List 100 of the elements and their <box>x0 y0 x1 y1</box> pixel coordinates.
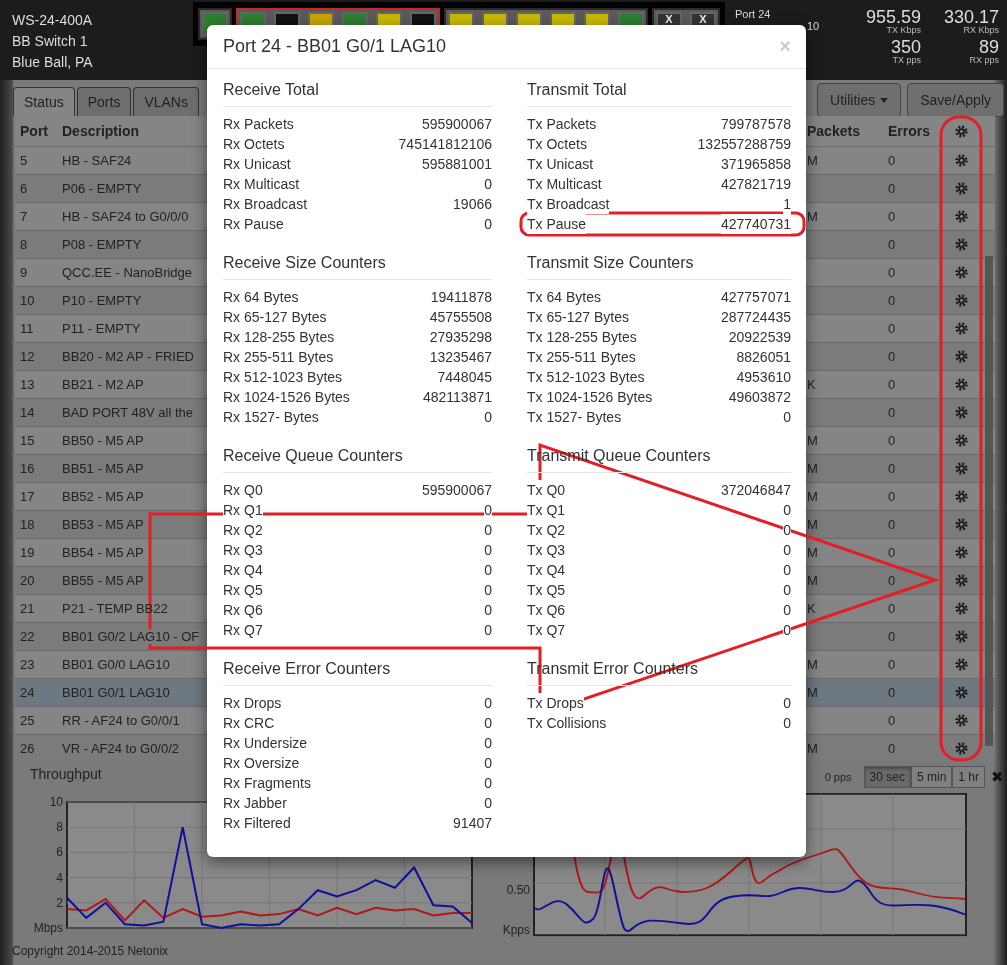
counter-label: Tx Q1 <box>527 500 566 520</box>
table-cell-text: 0 <box>888 405 897 420</box>
settings-icon[interactable] <box>955 182 968 195</box>
table-cell-text: 0 <box>888 657 897 672</box>
close-button[interactable]: ✖ <box>989 768 1006 786</box>
range-button[interactable]: 5 min <box>910 766 953 788</box>
settings-icon[interactable] <box>955 266 968 279</box>
table-cell-text: 22 <box>19 629 36 644</box>
stat-label: RX Kbps <box>962 26 999 35</box>
settings-icon[interactable] <box>955 322 968 335</box>
table-cell: BB20 - M2 AP - FRIED <box>62 349 194 364</box>
settings-icon[interactable] <box>955 714 968 727</box>
range-button[interactable]: 1 hr <box>952 766 985 788</box>
table-cell-text: 19 <box>19 545 36 560</box>
table-cell-text: 0 <box>888 377 897 392</box>
table-cell: BAD PORT 48V all the <box>62 405 194 420</box>
settings-icon[interactable] <box>955 294 968 307</box>
section-title: Receive Error Counters <box>223 660 492 686</box>
settings-icon[interactable] <box>955 742 968 755</box>
settings-icon[interactable] <box>955 518 968 531</box>
table-cell: P08 - EMPTY <box>62 237 142 252</box>
chart-title: Throughput <box>30 766 102 782</box>
settings-icon[interactable] <box>955 124 968 138</box>
table-cell-text: 11 <box>19 321 35 336</box>
table-cell-text: 13 <box>19 377 36 392</box>
settings-icon[interactable] <box>955 350 968 363</box>
settings-icon[interactable] <box>955 574 968 587</box>
settings-icon[interactable] <box>955 630 968 643</box>
settings-icon[interactable] <box>955 406 968 419</box>
table-cell-text: 12 <box>19 349 36 364</box>
settings-icon[interactable] <box>955 154 968 167</box>
axis-label: Kpps <box>502 923 530 937</box>
tab[interactable]: Ports <box>76 87 132 116</box>
tab[interactable]: VLANs <box>133 87 199 116</box>
tab[interactable]: Status <box>13 87 75 116</box>
table-cell-text: M <box>807 573 819 588</box>
table-cell-text: 0 <box>888 153 897 168</box>
table-cell: QCC.EE - NanoBridge <box>62 265 193 280</box>
port-info: Port 24 <box>735 8 772 20</box>
table-cell: P06 - EMPTY <box>62 181 142 196</box>
table-cell-text: M <box>807 153 819 168</box>
table-cell: BB54 - M5 AP <box>62 545 144 560</box>
table-cell-text: 23 <box>19 657 36 672</box>
table-cell-text: M <box>807 433 819 448</box>
save-button[interactable]: Save/Apply <box>907 83 1004 117</box>
table-cell-text: 20 <box>19 573 36 588</box>
table-cell-text: 16 <box>19 461 36 476</box>
device-info: BB Switch 1 <box>12 32 89 51</box>
axis-label: 6 <box>56 845 63 860</box>
table-cell: BB55 - M5 AP <box>62 573 144 588</box>
dialog-title: Port 24 - BB01 G0/1 LAG10 <box>223 36 447 57</box>
scrollbar[interactable] <box>985 256 993 746</box>
settings-icon[interactable] <box>955 462 968 475</box>
column-header: Port <box>19 123 49 139</box>
settings-icon[interactable] <box>955 490 968 503</box>
table-cell-text: 0 <box>888 349 897 364</box>
table-cell: BB51 - M5 AP <box>62 461 144 476</box>
axis-label: 2 <box>56 895 63 910</box>
settings-icon[interactable] <box>955 434 968 447</box>
table-cell: BB21 - M2 AP <box>62 377 144 392</box>
axis-label: Mbps <box>33 921 63 935</box>
table-cell-text: K <box>807 377 817 392</box>
stat-label: TX pps <box>891 56 921 65</box>
counter-label: Tx Pause <box>527 214 587 234</box>
table-cell-text: 0 <box>888 209 897 224</box>
stat-value: 330.17 <box>942 8 999 26</box>
port-info: 10 <box>806 20 821 32</box>
settings-icon[interactable] <box>955 602 968 615</box>
axis-label: 8 <box>56 820 63 835</box>
column-header: Description <box>62 123 140 139</box>
table-cell-text: 0 <box>888 741 897 756</box>
section-title: Receive Total <box>223 81 492 107</box>
settings-icon[interactable] <box>955 210 968 223</box>
utilities-dropdown[interactable]: Utilities <box>817 83 902 117</box>
section-title: Receive Queue Counters <box>223 447 492 473</box>
table-cell-text: 14 <box>19 405 36 420</box>
table-cell: P11 - EMPTY <box>62 321 141 336</box>
table-cell-text: M <box>807 741 819 756</box>
settings-icon[interactable] <box>955 546 968 559</box>
settings-icon[interactable] <box>955 658 968 671</box>
table-cell: BB52 - M5 AP <box>62 489 144 504</box>
settings-icon[interactable] <box>955 686 968 699</box>
table-cell: BB53 - M5 AP <box>62 517 144 532</box>
table-cell-text: K <box>807 601 817 616</box>
caret-icon <box>880 97 889 103</box>
table-cell-text: M <box>807 209 819 224</box>
table-cell-text: 0 <box>888 713 897 728</box>
settings-icon[interactable] <box>955 238 968 251</box>
table-cell-text: 17 <box>19 489 36 504</box>
device-info: Blue Ball, PA <box>12 53 94 72</box>
counter-value: 427740731 <box>720 214 791 234</box>
table-cell-text: 7 <box>19 209 29 224</box>
range-button[interactable]: 30 sec <box>863 766 911 788</box>
section-title: Receive Size Counters <box>223 254 492 280</box>
table-cell-text: 6 <box>19 181 29 196</box>
table-cell-text: M <box>807 545 819 560</box>
table-cell-text: 0 <box>888 321 897 336</box>
counter-label: Tx Drops <box>527 693 584 713</box>
stat-label: RX pps <box>968 56 999 65</box>
settings-icon[interactable] <box>955 378 968 391</box>
